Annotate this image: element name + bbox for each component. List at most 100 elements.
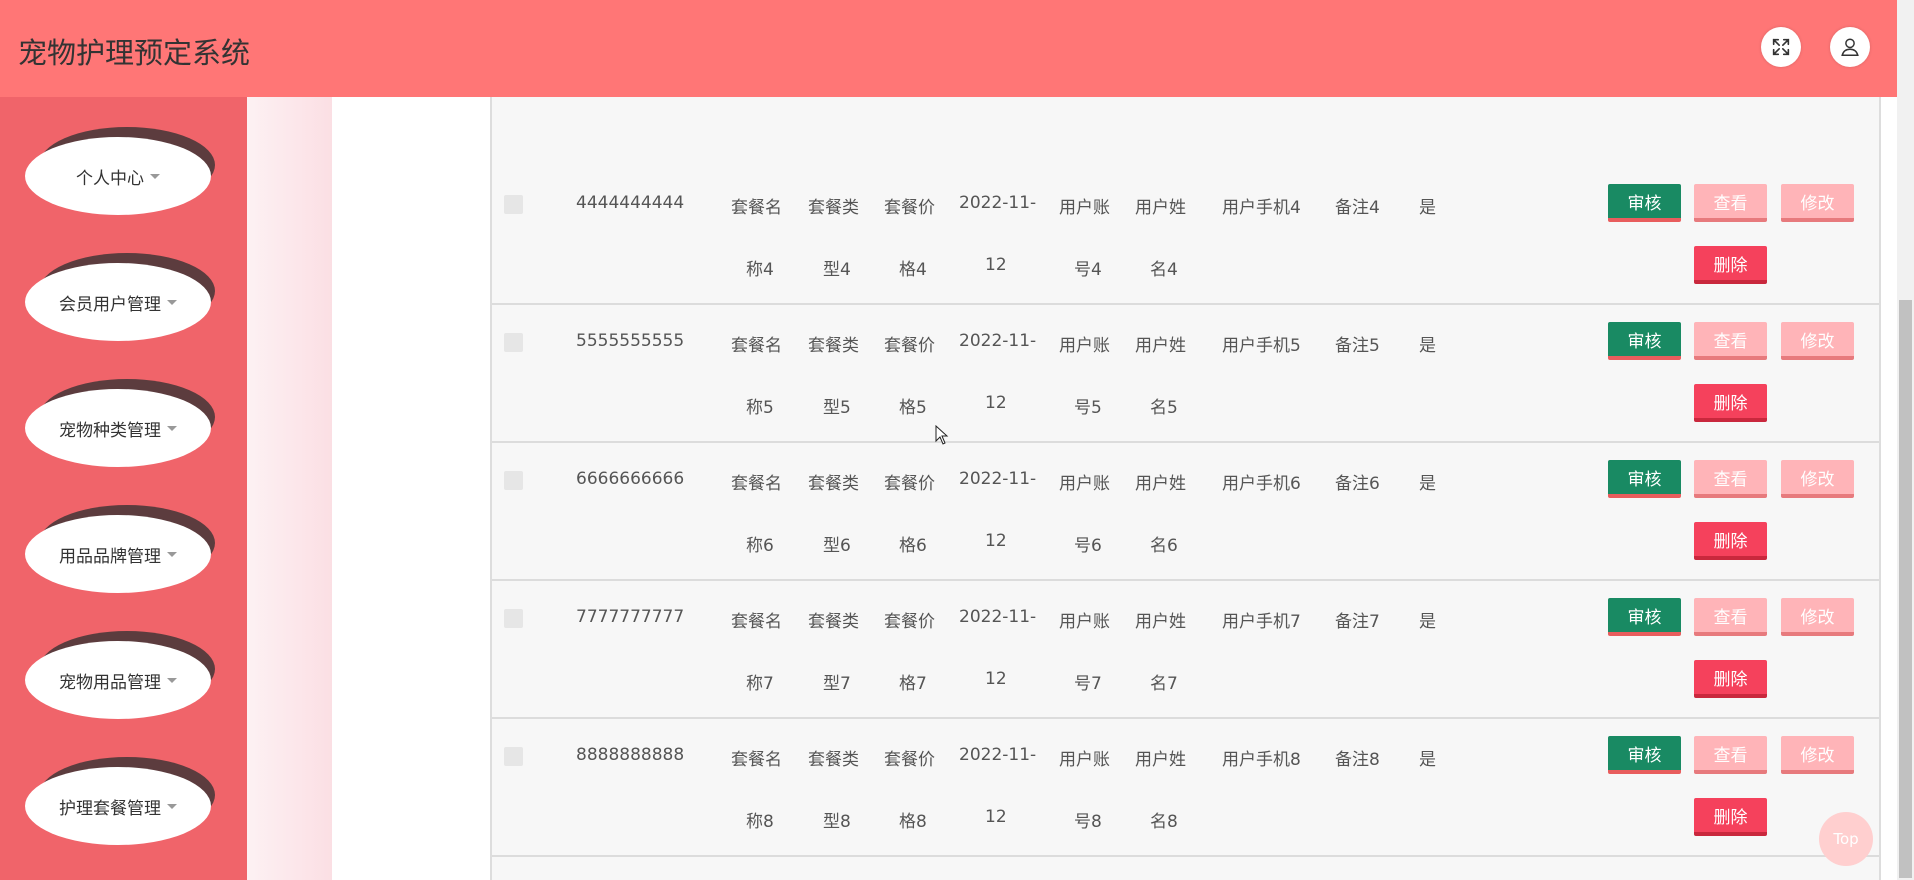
row-checkbox[interactable] [504,333,523,352]
delete-button[interactable]: 删除 [1694,798,1767,836]
table-cell-phone: 用户手机4 [1222,198,1301,218]
table-cell-phone: 用户手机5 [1222,336,1301,356]
delete-button[interactable]: 删除 [1694,660,1767,698]
table-cell-id: 8888888888 [576,745,685,765]
view-button[interactable]: 查看 [1694,460,1767,498]
table-cell: 用户账 [1059,198,1110,218]
delete-button[interactable]: 删除 [1694,522,1767,560]
table-cell-note: 备注7 [1335,612,1380,632]
table-cell: 型5 [823,398,851,418]
audit-button[interactable]: 审核 [1608,736,1681,774]
sidebar-item-label: 会员用户管理 [59,294,161,315]
table-cell: 号6 [1074,536,1102,556]
edit-button[interactable]: 修改 [1781,322,1854,360]
table-cell: 格6 [899,536,927,556]
table-cell: 套餐价 [884,198,935,218]
sidebar-item-pet-supplies[interactable]: 宠物用品管理 [25,631,215,719]
sidebar: 个人中心会员用户管理宠物种类管理 用品品牌管理宠物用品管理 护理套餐管理 [0,97,247,880]
caret-down-icon [167,803,177,809]
sidebar-item-members[interactable]: 会员用户管理 [25,253,215,341]
table-cell-flag: 是 [1419,474,1436,494]
table-cell: 2022-11- [959,469,1037,489]
user-button[interactable] [1830,27,1870,67]
table-row: 4444444444 套餐名 称4 套餐类 型4 套餐价 格4 2022-11- 12 用户账 号4… [492,167,1879,305]
table-cell: 12 [985,531,1007,551]
row-checkbox[interactable] [504,747,523,766]
edit-button[interactable]: 修改 [1781,598,1854,636]
audit-button[interactable]: 审核 [1608,322,1681,360]
table-cell: 格7 [899,674,927,694]
table-cell: 套餐类 [808,198,859,218]
table-cell: 用户姓 [1135,750,1186,770]
table-cell-note: 备注6 [1335,474,1380,494]
table-cell: 称4 [746,260,774,280]
sidebar-item-button[interactable]: 宠物用品管理 [25,641,211,719]
table-cell: 名8 [1150,812,1178,832]
table-cell: 型8 [823,812,851,832]
caret-down-icon [167,299,177,305]
table-cell: 号5 [1074,398,1102,418]
back-to-top-button[interactable]: Top [1819,812,1873,866]
table-row-partial [492,857,1879,880]
view-button[interactable]: 查看 [1694,736,1767,774]
table-cell: 格5 [899,398,927,418]
table-cell: 称8 [746,812,774,832]
table-cell-id: 5555555555 [576,331,685,351]
table-row: 8888888888 套餐名 称8 套餐类 型8 套餐价 格8 2022-11- 12 用户账 号8… [492,719,1879,857]
delete-button[interactable]: 删除 [1694,384,1767,422]
sidebar-item-button[interactable]: 会员用户管理 [25,263,211,341]
user-icon [1841,38,1859,56]
sidebar-item-button[interactable]: 护理套餐管理 [25,767,211,845]
table-cell-flag: 是 [1419,198,1436,218]
table-cell-note: 备注8 [1335,750,1380,770]
row-checkbox[interactable] [504,471,523,490]
edit-button[interactable]: 修改 [1781,736,1854,774]
sidebar-item-label: 护理套餐管理 [59,798,161,819]
table-cell: 用户账 [1059,336,1110,356]
table-cell: 套餐类 [808,474,859,494]
sidebar-item-label: 宠物用品管理 [59,672,161,693]
row-checkbox[interactable] [504,195,523,214]
delete-button[interactable]: 删除 [1694,246,1767,284]
decorative-band [247,97,332,880]
table-cell-id: 4444444444 [576,193,685,213]
sidebar-item-brands[interactable]: 用品品牌管理 [25,505,215,593]
view-button[interactable]: 查看 [1694,322,1767,360]
table-cell: 名6 [1150,536,1178,556]
table-cell: 用户姓 [1135,336,1186,356]
table-cell-flag: 是 [1419,612,1436,632]
audit-button[interactable]: 审核 [1608,184,1681,222]
table-cell: 套餐价 [884,750,935,770]
mouse-cursor-icon [935,425,949,445]
table-cell: 称5 [746,398,774,418]
audit-button[interactable]: 审核 [1608,598,1681,636]
table-cell: 套餐名 [731,474,782,494]
table-cell: 型6 [823,536,851,556]
view-button[interactable]: 查看 [1694,184,1767,222]
table-cell: 2022-11- [959,193,1037,213]
audit-button[interactable]: 审核 [1608,460,1681,498]
table-cell: 型7 [823,674,851,694]
sidebar-item-personal-center[interactable]: 个人中心 [25,127,215,215]
sidebar-item-button[interactable]: 用品品牌管理 [25,515,211,593]
edit-button[interactable]: 修改 [1781,184,1854,222]
table-cell: 2022-11- [959,745,1037,765]
row-checkbox[interactable] [504,609,523,628]
sidebar-item-button[interactable]: 宠物种类管理 [25,389,211,467]
sidebar-item-button[interactable]: 个人中心 [25,137,211,215]
edit-button[interactable]: 修改 [1781,460,1854,498]
table-cell: 用户姓 [1135,474,1186,494]
table-cell: 名4 [1150,260,1178,280]
scrollbar[interactable] [1897,0,1914,880]
sidebar-item-care-packages[interactable]: 护理套餐管理 [25,757,215,845]
table-cell: 称6 [746,536,774,556]
table-cell: 套餐类 [808,750,859,770]
table-row: 7777777777 套餐名 称7 套餐类 型7 套餐价 格7 2022-11- 12 用户账 号7… [492,581,1879,719]
sidebar-item-pet-types[interactable]: 宠物种类管理 [25,379,215,467]
view-button[interactable]: 查看 [1694,598,1767,636]
table-cell: 名5 [1150,398,1178,418]
table-cell: 套餐名 [731,198,782,218]
scrollbar-thumb[interactable] [1899,300,1912,878]
table-cell: 12 [985,669,1007,689]
fullscreen-button[interactable] [1761,27,1801,67]
